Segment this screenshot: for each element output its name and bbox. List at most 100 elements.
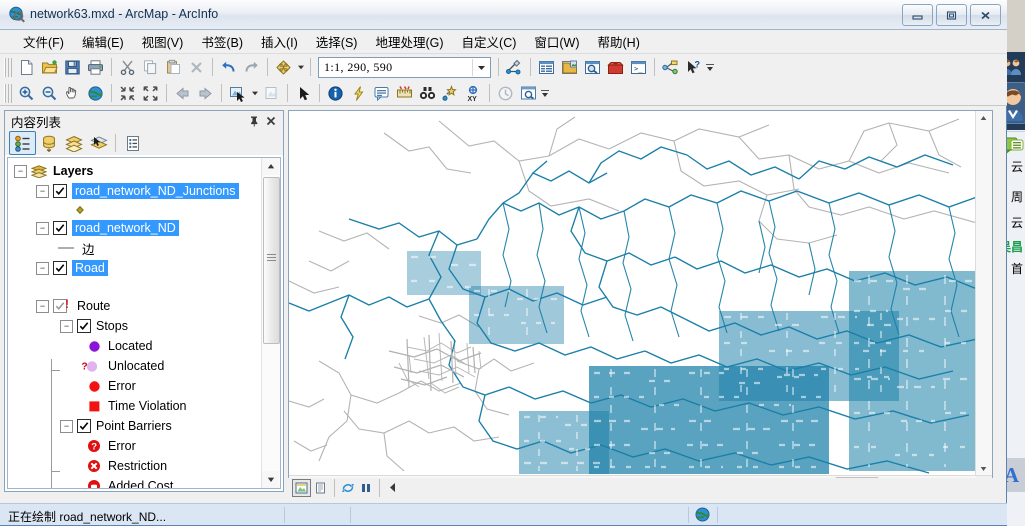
delete-x-icon[interactable] [185,56,208,78]
layout-view-button[interactable] [312,480,329,496]
expander-icon[interactable]: − [60,419,73,433]
close-icon[interactable] [264,114,278,128]
layer-visibility-checkbox[interactable] [77,419,91,433]
menu-view[interactable]: 视图(V) [133,29,193,54]
open-folder-icon[interactable] [38,56,61,78]
clear-selection-icon[interactable] [260,82,283,104]
list-by-visibility-icon[interactable] [61,132,86,154]
menu-windows[interactable]: 窗口(W) [525,29,588,54]
find-route-icon[interactable] [439,82,462,104]
layer-visibility-checkbox[interactable] [77,319,91,333]
expander-icon[interactable]: − [14,164,27,178]
scroll-down-arrow-icon[interactable] [262,471,279,488]
data-view-button[interactable] [292,478,311,497]
menu-insert[interactable]: 插入(I) [252,29,307,54]
menu-geoprocessing[interactable]: 地理处理(G) [366,29,452,54]
go-to-xy-icon[interactable]: XY [462,82,485,104]
catalog-window-icon[interactable] [558,56,581,78]
create-viewer-window-icon[interactable] [517,82,540,104]
new-document-icon[interactable] [15,56,38,78]
fixed-zoom-in-icon[interactable] [116,82,139,104]
go-forward-extent-icon[interactable] [194,82,217,104]
expander-icon[interactable]: − [36,221,49,235]
map-scroll-down-arrow-icon[interactable] [976,462,991,476]
list-by-drawing-order-icon[interactable] [9,131,36,155]
tree-item-junctions[interactable]: − road_network_ND_Junctions [8,181,260,201]
menu-edit[interactable]: 编辑(E) [73,29,133,54]
hyperlink-lightning-icon[interactable] [347,82,370,104]
table-of-contents-icon[interactable] [535,56,558,78]
menu-file[interactable]: 文件(F) [14,29,73,54]
add-data-icon[interactable] [272,56,295,78]
search-window-icon[interactable] [581,56,604,78]
model-builder-icon[interactable] [659,56,682,78]
tree-item-road-network-nd[interactable]: − road_network_ND [8,218,260,238]
previous-extent-button[interactable] [384,480,401,496]
toc-vertical-scrollbar[interactable] [261,158,280,488]
expander-icon[interactable]: − [36,261,49,275]
expander-icon[interactable]: − [36,184,49,198]
menu-bookmarks[interactable]: 书签(B) [192,29,252,54]
pin-icon[interactable] [247,114,261,128]
redo-arrow-icon[interactable] [240,56,263,78]
add-data-dropdown-arrow-icon[interactable] [295,56,306,78]
expander-icon[interactable]: − [36,299,49,313]
layer-visibility-checkbox[interactable] [53,184,67,198]
map-view-frame[interactable] [288,110,993,492]
tree-item-layers[interactable]: − Layers [8,161,260,181]
restore-button[interactable] [936,4,967,26]
help-pointer-icon[interactable]: ? [682,56,705,78]
layer-visibility-checkbox[interactable]: ! [53,297,69,313]
tree-item-point-barriers[interactable]: − Point Barriers [8,416,260,436]
editor-toolbar-icon[interactable] [503,56,526,78]
select-elements-arrow-icon[interactable] [292,82,315,104]
select-dropdown-arrow-icon[interactable] [249,82,260,104]
select-features-icon[interactable] [226,82,249,104]
map-scale-combobox[interactable]: 1:1, 290, 590 [318,56,491,78]
toc-options-icon[interactable] [120,132,145,154]
toolbar-grip[interactable] [4,83,12,103]
save-icon[interactable] [61,56,84,78]
python-window-icon[interactable]: >_ [627,56,650,78]
zoom-in-icon[interactable] [15,82,38,104]
html-popup-icon[interactable] [370,82,393,104]
menu-customize[interactable]: 自定义(C) [453,29,526,54]
paste-icon[interactable] [162,56,185,78]
expander-icon[interactable]: − [60,319,73,333]
menu-help[interactable]: 帮助(H) [589,29,649,54]
arctoolbox-icon[interactable] [604,56,627,78]
pause-drawing-button[interactable] [357,480,374,496]
measure-ruler-icon[interactable] [393,82,416,104]
find-binoculars-icon[interactable] [416,82,439,104]
scrollbar-thumb[interactable] [263,177,280,344]
list-by-source-icon[interactable] [36,132,61,154]
toolbar-overflow-button[interactable] [540,82,549,104]
refresh-view-button[interactable] [339,480,356,496]
copy-icon[interactable] [139,56,162,78]
layer-visibility-checkbox[interactable] [53,261,67,275]
pan-hand-icon[interactable] [61,82,84,104]
print-icon[interactable] [84,56,107,78]
toolbar-overflow-button[interactable] [705,56,714,78]
layer-visibility-checkbox[interactable] [53,221,67,235]
toolbar-grip[interactable] [4,57,12,77]
cut-scissors-icon[interactable] [116,56,139,78]
chevron-down-icon[interactable] [472,58,490,76]
fixed-zoom-out-icon[interactable] [139,82,162,104]
tree-item-stops[interactable]: − Stops [8,316,260,336]
map-vertical-scrollbar[interactable] [975,111,992,476]
go-back-extent-icon[interactable] [171,82,194,104]
minimize-button[interactable] [902,4,933,26]
zoom-out-icon[interactable] [38,82,61,104]
tree-item-road[interactable]: − Road [8,258,260,278]
close-button[interactable] [970,4,1001,26]
scroll-up-arrow-icon[interactable] [262,158,279,175]
undo-arrow-icon[interactable] [217,56,240,78]
menu-selection[interactable]: 选择(S) [307,29,367,54]
full-extent-globe-icon[interactable] [84,82,107,104]
map-canvas[interactable] [289,111,977,476]
identify-info-icon[interactable] [324,82,347,104]
tree-item-route[interactable]: − ! Route [8,296,260,316]
list-by-selection-icon[interactable] [86,132,111,154]
map-scroll-up-arrow-icon[interactable] [976,111,991,125]
